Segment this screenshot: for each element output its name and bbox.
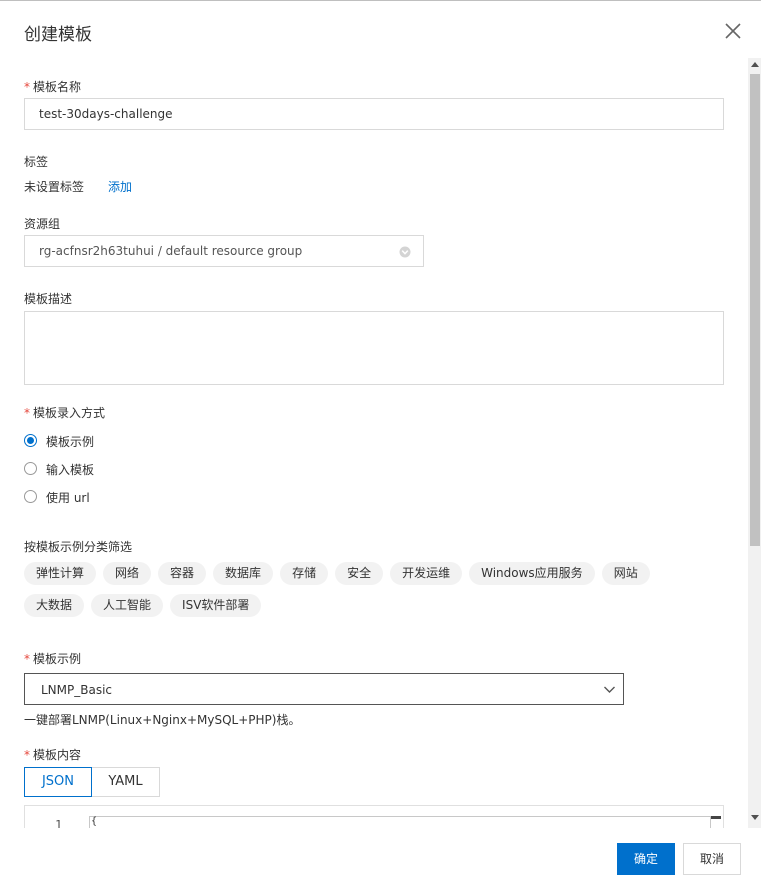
chip-big-data[interactable]: 大数据 xyxy=(24,594,85,617)
scroll-down-arrow[interactable] xyxy=(751,815,759,820)
tab-yaml[interactable]: YAML xyxy=(91,767,160,797)
chevron-down-icon xyxy=(604,686,615,693)
add-tag-link[interactable]: 添加 xyxy=(108,178,132,195)
category-filter-label: 按模板示例分类筛选 xyxy=(24,540,133,554)
chip-isv-deploy[interactable]: ISV软件部署 xyxy=(170,594,262,617)
chip-website[interactable]: 网站 xyxy=(601,562,650,585)
scrollbar-thumb[interactable] xyxy=(750,74,760,546)
dialog-top-border xyxy=(0,0,761,1)
chip-windows-apps[interactable]: Windows应用服务 xyxy=(469,562,595,585)
resource-group-label: 资源组 xyxy=(24,217,61,231)
template-example-select[interactable]: LNMP_Basic xyxy=(24,673,624,705)
required-mark: * xyxy=(24,80,30,94)
chip-container[interactable]: 容器 xyxy=(158,562,207,585)
chip-ai[interactable]: 人工智能 xyxy=(91,594,164,617)
scroll-up-arrow[interactable] xyxy=(751,62,759,67)
chip-database[interactable]: 数据库 xyxy=(213,562,274,585)
template-example-value: LNMP_Basic xyxy=(41,683,113,697)
chip-elastic-compute[interactable]: 弹性计算 xyxy=(24,562,97,585)
resource-group-select[interactable]: rg-acfnsr2h63tuhui / default resource gr… xyxy=(24,235,424,267)
required-mark: * xyxy=(24,406,30,420)
template-name-value: test-30days-challenge xyxy=(39,107,173,121)
select-arrow-icon xyxy=(399,246,411,258)
radio-button[interactable] xyxy=(24,490,37,503)
template-example-hint: 一键部署LNMP(Linux+Nginx+MySQL+PHP)栈。 xyxy=(24,713,301,727)
tags-label: 标签 xyxy=(24,155,49,169)
editor-line-number: 1 xyxy=(55,818,63,828)
category-chip-list: 弹性计算 网络 容器 数据库 存储 安全 开发运维 Windows应用服务 网站大数据 人工智能 I… xyxy=(24,562,724,626)
radio-button-checked[interactable] xyxy=(24,434,37,447)
input-method-label: * 模板录入方式 xyxy=(24,406,106,420)
template-name-input[interactable]: test-30days-challenge xyxy=(24,98,724,130)
editor-scroll-marker xyxy=(711,816,721,819)
tags-status: 未设置标签 xyxy=(24,180,85,194)
template-code-editor[interactable]: 1 { xyxy=(24,805,724,828)
chip-security[interactable]: 安全 xyxy=(335,562,384,585)
resource-group-value: rg-acfnsr2h63tuhui / default resource gr… xyxy=(39,244,303,258)
template-name-label: * 模板名称 xyxy=(24,80,82,94)
description-label: 模板描述 xyxy=(24,292,73,306)
template-example-label: * 模板示例 xyxy=(24,652,82,666)
dialog-footer: 确定 取消 xyxy=(0,828,761,888)
close-icon[interactable] xyxy=(722,20,744,42)
tab-json[interactable]: JSON xyxy=(24,767,92,797)
chip-devops[interactable]: 开发运维 xyxy=(390,562,463,585)
radio-button[interactable] xyxy=(24,462,37,475)
chip-network[interactable]: 网络 xyxy=(103,562,152,585)
description-textarea[interactable] xyxy=(24,311,724,385)
template-content-label: * 模板内容 xyxy=(24,748,82,762)
cancel-button[interactable]: 取消 xyxy=(683,843,741,875)
chip-storage[interactable]: 存储 xyxy=(280,562,329,585)
confirm-button[interactable]: 确定 xyxy=(617,843,675,875)
required-mark: * xyxy=(24,652,30,666)
editor-line-text: { xyxy=(91,816,98,827)
required-mark: * xyxy=(24,748,30,762)
dialog-title: 创建模板 xyxy=(24,25,92,45)
editor-current-line xyxy=(89,816,711,828)
